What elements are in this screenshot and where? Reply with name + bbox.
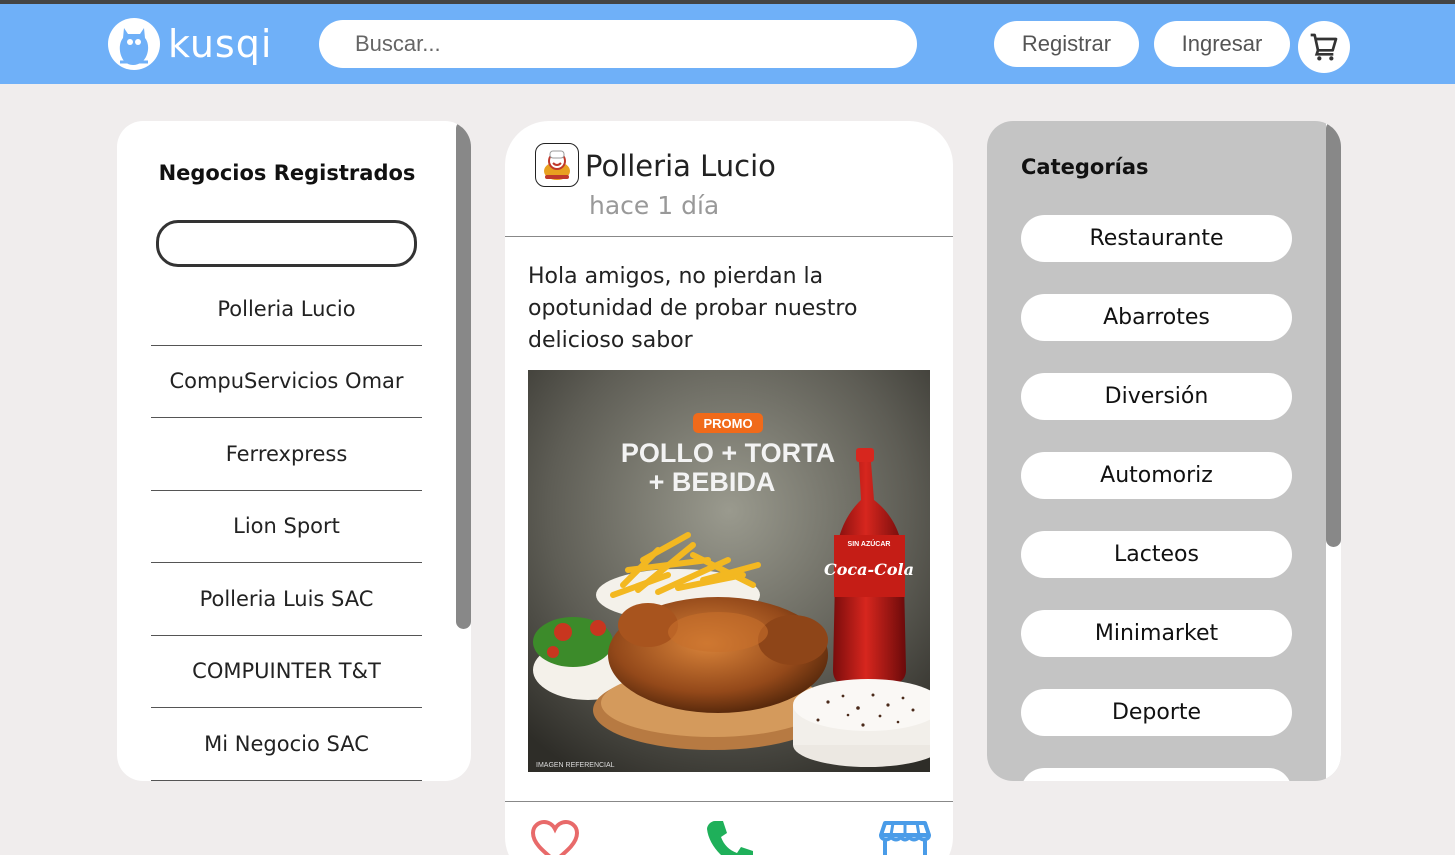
post-card: Polleria Lucio hace 1 día Hola amigos, n… (505, 121, 953, 855)
like-button[interactable] (529, 817, 581, 855)
register-button[interactable]: Registrar (994, 21, 1139, 67)
business-item[interactable]: Lion Sport (151, 491, 422, 563)
business-item[interactable]: Mi Negocio SAC (151, 708, 422, 781)
business-list: Polleria Lucio CompuServicios Omar Ferre… (151, 273, 422, 781)
cart-icon (1310, 33, 1338, 61)
category-button-partial[interactable] (1021, 768, 1292, 781)
post-timestamp: hace 1 día (589, 191, 720, 220)
category-button[interactable]: Automoriz (1021, 452, 1292, 499)
image-footnote: IMAGEN REFERENCIAL (536, 762, 615, 769)
post-image[interactable]: PROMO POLLO + TORTA + BEBIDA SIN AZÚCAR … (528, 370, 930, 772)
category-list: Restaurante Abarrotes Diversión Automori… (1021, 215, 1292, 781)
panel-title: Negocios Registrados (158, 161, 416, 185)
owl-logo-icon (108, 18, 160, 70)
divider (505, 801, 953, 802)
scrollbar-thumb[interactable] (456, 121, 471, 629)
category-button[interactable]: Lacteos (1021, 531, 1292, 578)
post-text: Hola amigos, no pierdan la opotunidad de… (528, 264, 858, 353)
business-item[interactable]: COMPUINTER T&T (151, 636, 422, 708)
category-button[interactable]: Restaurante (1021, 215, 1292, 262)
category-button[interactable]: Minimarket (1021, 610, 1292, 657)
category-button[interactable]: Abarrotes (1021, 294, 1292, 341)
categories-panel: Categorías Restaurante Abarrotes Diversi… (987, 121, 1341, 781)
logo-text: kusqi (168, 22, 273, 66)
category-button[interactable]: Deporte (1021, 689, 1292, 736)
divider (505, 236, 953, 237)
promo-headline-1: POLLO + TORTA (621, 438, 835, 468)
scrollbar-thumb[interactable] (1326, 121, 1341, 547)
cart-button[interactable] (1298, 21, 1350, 73)
business-item[interactable]: Polleria Luis SAC (151, 563, 422, 636)
business-item[interactable]: CompuServicios Omar (151, 346, 422, 418)
chef-chicken-logo-icon (544, 150, 570, 180)
registered-businesses-panel: Negocios Registrados Polleria Lucio Comp… (117, 121, 471, 781)
business-item[interactable]: Polleria Lucio (151, 273, 422, 346)
store-icon (879, 821, 931, 855)
heart-icon (530, 819, 580, 855)
phone-icon (707, 821, 753, 855)
logo[interactable]: kusqi (108, 18, 272, 70)
store-button[interactable] (879, 817, 931, 855)
business-avatar[interactable] (535, 143, 579, 187)
business-item[interactable]: Ferrexpress (151, 418, 422, 491)
panel-title: Categorías (1021, 155, 1149, 179)
header-bar: kusqi Registrar Ingresar (0, 4, 1455, 84)
call-button[interactable] (703, 817, 755, 855)
post-business-name[interactable]: Polleria Lucio (585, 149, 776, 183)
promo-headline-2: + BEBIDA (649, 467, 776, 497)
promo-badge: PROMO (703, 416, 752, 431)
business-filter-input[interactable] (156, 220, 417, 267)
bottle-brand-label: Coca-Cola (824, 560, 914, 579)
search-input[interactable] (319, 20, 917, 68)
bottle-sub-label: SIN AZÚCAR (848, 539, 891, 548)
category-button[interactable]: Diversión (1021, 373, 1292, 420)
login-button[interactable]: Ingresar (1154, 21, 1290, 67)
